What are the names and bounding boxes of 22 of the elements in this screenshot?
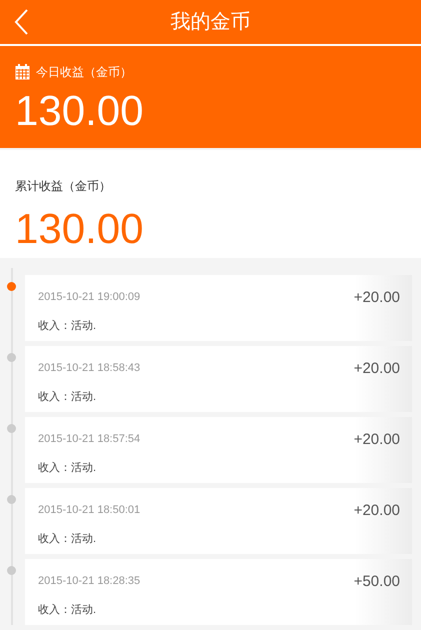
total-label: 累计收益（金币） — [15, 178, 111, 195]
today-amount: 130.00 — [15, 87, 144, 135]
record-note: 收入：活动. — [38, 460, 96, 476]
record-amount: +20.00 — [354, 288, 400, 308]
record-amount: +20.00 — [354, 501, 400, 521]
record-note: 收入：活动. — [38, 532, 96, 546]
record-amount: +20.00 — [354, 430, 400, 450]
back-icon — [13, 8, 29, 36]
total-amount: 130.00 — [15, 205, 144, 253]
record-time: 2015-10-21 18:50:01 — [38, 503, 140, 518]
record-note: 收入：活动. — [38, 390, 96, 404]
record-note: 收入：活动. — [38, 318, 96, 334]
record-time: 2015-10-21 18:57:54 — [38, 432, 140, 447]
record-note: 收入：活动. — [38, 602, 96, 618]
record-time: 2015-10-21 19:00:09 — [38, 290, 140, 305]
page-title: 我的金币 — [170, 10, 250, 35]
record-amount: +50.00 — [354, 572, 400, 592]
record-amount: +20.00 — [354, 359, 400, 379]
today-label: 今日收益（金币） — [36, 64, 132, 81]
record-time: 2015-10-21 18:28:35 — [38, 574, 140, 589]
record-time: 2015-10-21 18:58:43 — [38, 361, 140, 376]
calendar-icon — [15, 64, 30, 80]
